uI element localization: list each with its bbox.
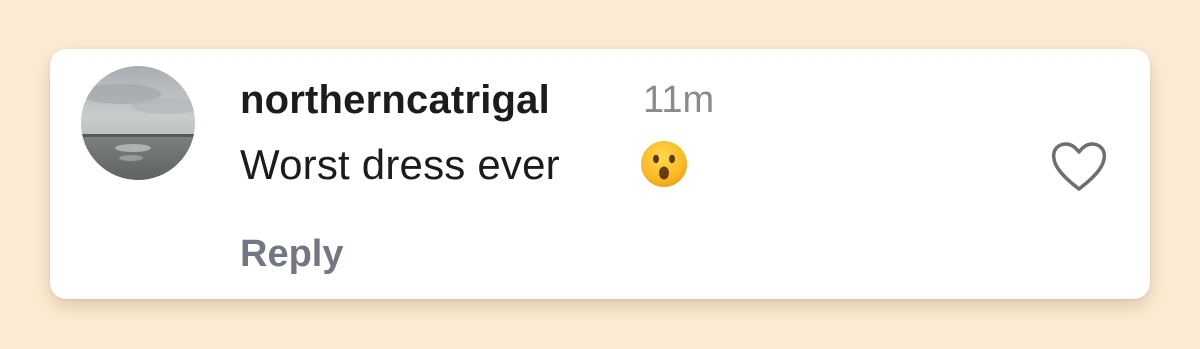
heart-outline-icon <box>1051 142 1107 191</box>
comment-text: Worst dress ever <box>240 141 560 188</box>
avatar[interactable] <box>81 66 195 180</box>
avatar-image <box>81 66 195 180</box>
hushed-face-icon <box>639 139 689 189</box>
username[interactable]: northerncatrigal <box>240 78 550 123</box>
reply-button[interactable]: Reply <box>240 233 343 276</box>
like-button[interactable] <box>1050 141 1108 193</box>
comment-card: northerncatrigal 11m Worst dress ever Re… <box>50 49 1150 299</box>
timestamp: 11m <box>643 79 715 121</box>
